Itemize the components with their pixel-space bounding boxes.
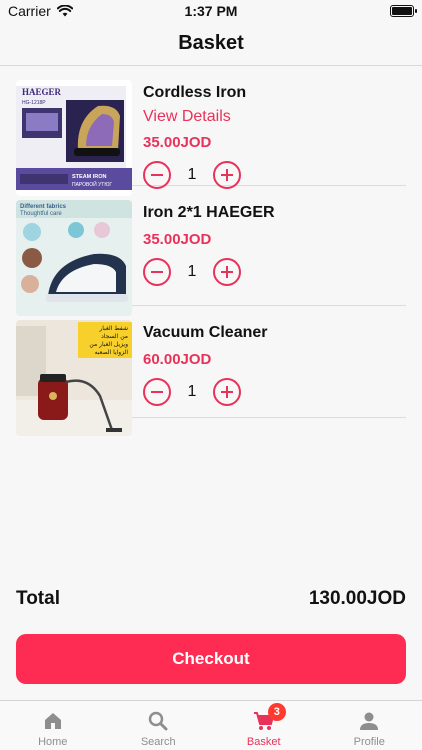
carrier-label: Carrier <box>8 3 51 19</box>
cart-count-badge: 3 <box>267 703 286 721</box>
increase-quantity-button[interactable] <box>213 378 241 406</box>
image-model: HG-1218P <box>22 100 46 106</box>
basket-item-vacuum-cleaner: شفط الغبار من السجاد ويزيل الغبار من الز… <box>16 306 406 436</box>
quantity-stepper: 1 <box>143 258 275 286</box>
increase-quantity-button[interactable] <box>213 161 241 189</box>
decrease-quantity-button[interactable] <box>143 258 171 286</box>
image-line1: Different fabrics <box>20 204 67 210</box>
image-line1: شفط الغبار <box>98 325 128 332</box>
image-brand: HAEGER <box>22 87 62 97</box>
decrease-quantity-button[interactable] <box>143 378 171 406</box>
tab-label: Home <box>38 736 68 748</box>
quantity-stepper: 1 <box>143 378 268 406</box>
page-title: Basket <box>178 32 244 54</box>
product-image-iron-2x1[interactable]: Different fabrics Thoughtful care <box>16 200 132 316</box>
image-line2: Thoughtful care <box>20 211 62 217</box>
image-steam: STEAM IRON <box>72 174 107 180</box>
tab-label: Profile <box>353 736 385 748</box>
nav-bar: Basket <box>0 22 422 66</box>
image-line4: الزوايا الصعبه <box>95 349 129 356</box>
checkout-button[interactable]: Checkout <box>16 634 406 684</box>
basket-item-cordless-iron: HAEGER HG-1218P STEAM IRON ПАРОВОЙ УТЮГ … <box>16 66 406 196</box>
product-name: Cordless Iron <box>143 84 247 101</box>
decrease-quantity-button[interactable] <box>143 161 171 189</box>
image-line3: ويزيل الغبار من <box>89 341 128 348</box>
image-ru: ПАРОВОЙ УТЮГ <box>72 180 112 188</box>
quantity-value: 1 <box>187 166 197 183</box>
tab-bar: Home Search 3 Basket Profile <box>0 700 422 750</box>
battery-icon <box>390 5 417 17</box>
product-price: 35.00JOD <box>143 134 212 151</box>
basket-item-iron-2x1: Different fabrics Thoughtful care Iron 2… <box>16 186 406 316</box>
tab-search[interactable]: Search <box>106 701 212 750</box>
home-icon <box>44 713 61 729</box>
total-value: 130.00JOD <box>308 588 406 609</box>
quantity-stepper: 1 <box>143 161 246 189</box>
tab-label: Search <box>140 736 176 748</box>
tab-label: Basket <box>246 736 281 748</box>
total-row: Total 130.00JOD <box>16 588 406 610</box>
tab-basket[interactable]: 3 Basket <box>211 701 317 750</box>
wifi-icon <box>56 5 73 17</box>
product-name: Vacuum Cleaner <box>143 324 268 341</box>
product-name: Iron 2*1 HAEGER <box>143 204 275 221</box>
view-details-link[interactable]: View Details <box>143 107 246 127</box>
quantity-value: 1 <box>187 263 197 280</box>
search-icon <box>149 711 168 731</box>
image-line2: من السجاد <box>101 333 128 340</box>
product-price: 35.00JOD <box>143 231 212 248</box>
product-price: 60.00JOD <box>143 351 212 368</box>
quantity-value: 1 <box>187 383 197 400</box>
product-image-vacuum-cleaner[interactable]: شفط الغبار من السجاد ويزيل الغبار من الز… <box>16 320 132 436</box>
person-icon <box>360 712 379 730</box>
status-bar: Carrier 1:37 PM <box>0 0 422 22</box>
tab-home[interactable]: Home <box>0 701 106 750</box>
increase-quantity-button[interactable] <box>213 258 241 286</box>
total-label: Total <box>16 588 60 609</box>
tab-profile[interactable]: Profile <box>317 701 422 750</box>
basket-list: HAEGER HG-1218P STEAM IRON ПАРОВОЙ УТЮГ … <box>16 66 406 436</box>
product-image-cordless-iron[interactable]: HAEGER HG-1218P STEAM IRON ПАРОВОЙ УТЮГ <box>16 80 132 196</box>
